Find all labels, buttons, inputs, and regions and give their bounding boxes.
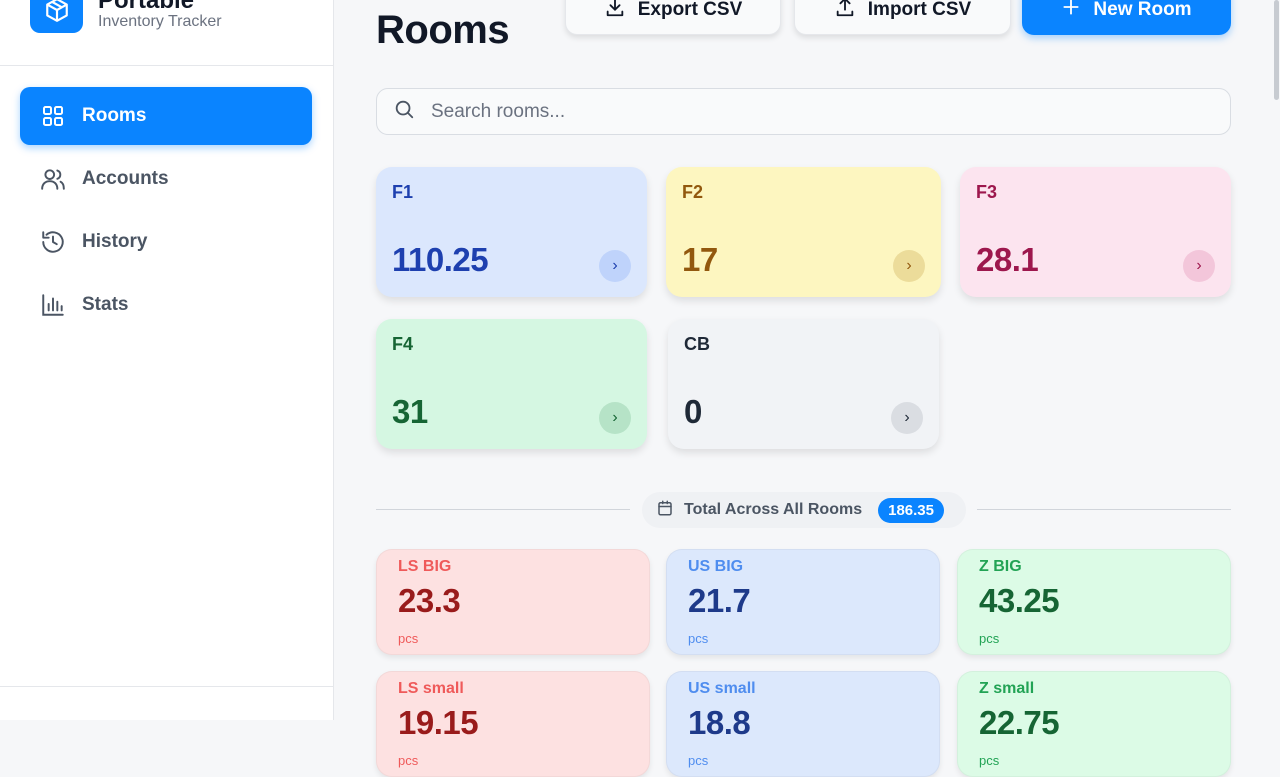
stat-name: Z small [979,680,1035,697]
sidebar-item-accounts[interactable]: Accounts [20,150,312,208]
sidebar-item-rooms[interactable]: Rooms [20,87,312,145]
stat-name: LS small [398,680,464,697]
page-title: Rooms [376,8,510,52]
stat-value: 43.25 [979,582,1060,619]
stat-card-z-big: Z BIG 43.25 pcs [957,549,1231,655]
room-value: 28.1 [976,241,1039,278]
upload-icon [834,0,856,24]
sidebar-item-label: Stats [82,294,129,315]
sidebar-item-label: Rooms [82,105,147,126]
export-csv-button[interactable]: Export CSV [565,0,781,35]
room-card-f4[interactable]: F4 31 › [376,319,647,449]
room-value: 110.25 [392,241,489,278]
box-logo-icon [30,0,83,33]
divider-right [977,509,1231,510]
room-value: 17 [682,241,718,278]
chevron-right-icon[interactable]: › [893,250,925,282]
room-card-f3[interactable]: F3 28.1 › [960,167,1231,297]
sidebar: Portable Inventory Tracker Rooms Account… [0,0,334,720]
stat-name: US BIG [688,558,744,575]
calendar-icon [656,499,674,522]
room-name: F4 [392,334,414,354]
stat-card-ls-small: LS small 19.15 pcs [376,671,650,777]
stat-card-us-small: US small 18.8 pcs [666,671,940,777]
stat-value: 19.15 [398,704,479,741]
sidebar-item-label: History [82,231,148,252]
stat-unit: pcs [979,753,1000,768]
scrollbar[interactable] [1272,0,1280,720]
total-label: Total Across All Rooms [684,501,863,518]
sidebar-item-history[interactable]: History [20,213,312,271]
stat-unit: pcs [688,753,709,768]
room-name: F3 [976,182,998,202]
history-icon [40,229,66,255]
room-value: 0 [684,393,702,430]
stat-value: 23.3 [398,582,461,619]
grid-icon [40,103,66,129]
import-csv-button[interactable]: Import CSV [794,0,1011,35]
main-content: Rooms Export CSV Import CSV New Room Sea… [334,0,1280,777]
divider-left [376,509,630,510]
users-icon [40,166,66,192]
room-card-f1[interactable]: F1 110.25 › [376,167,647,297]
brand-subtitle: Inventory Tracker [98,13,222,30]
total-badge: 186.35 [878,497,944,523]
new-room-label: New Room [1093,0,1192,20]
room-name: F1 [392,182,414,202]
sidebar-item-label: Accounts [82,168,169,189]
chevron-right-icon[interactable]: › [891,402,923,434]
search-icon [393,98,415,125]
room-name: CB [684,334,710,354]
import-csv-label: Import CSV [867,0,972,20]
stat-unit: pcs [688,631,709,646]
chevron-right-icon[interactable]: › [599,402,631,434]
stat-card-us-big: US BIG 21.7 pcs [666,549,940,655]
stat-unit: pcs [398,631,419,646]
download-icon [604,0,626,24]
plus-icon [1061,0,1081,23]
stat-value: 18.8 [688,704,751,741]
stat-name: US small [688,680,756,697]
brand-header: Portable Inventory Tracker [0,0,333,66]
bar-chart-icon [40,292,66,318]
stat-value: 22.75 [979,704,1060,741]
stat-name: Z BIG [979,558,1022,575]
stat-card-z-small: Z small 22.75 pcs [957,671,1231,777]
room-value: 31 [392,393,428,430]
sidebar-divider [0,686,333,687]
scrollbar-thumb[interactable] [1274,0,1279,100]
chevron-right-icon[interactable]: › [1183,250,1215,282]
stat-unit: pcs [398,753,419,768]
search-bar [376,88,1231,135]
stat-name: LS BIG [398,558,452,575]
search-input[interactable] [431,100,1211,123]
stat-card-ls-big: LS BIG 23.3 pcs [376,549,650,655]
room-name: F2 [682,182,704,202]
room-card-f2[interactable]: F2 17 › [666,167,941,297]
new-room-button[interactable]: New Room [1022,0,1231,35]
chevron-right-icon[interactable]: › [599,250,631,282]
sidebar-item-stats[interactable]: Stats [20,276,312,334]
room-card-cb[interactable]: CB 0 › [668,319,939,449]
stat-value: 21.7 [688,582,751,619]
stat-unit: pcs [979,631,1000,646]
export-csv-label: Export CSV [637,0,743,20]
total-summary: Total Across All Rooms 186.35 [642,492,966,528]
